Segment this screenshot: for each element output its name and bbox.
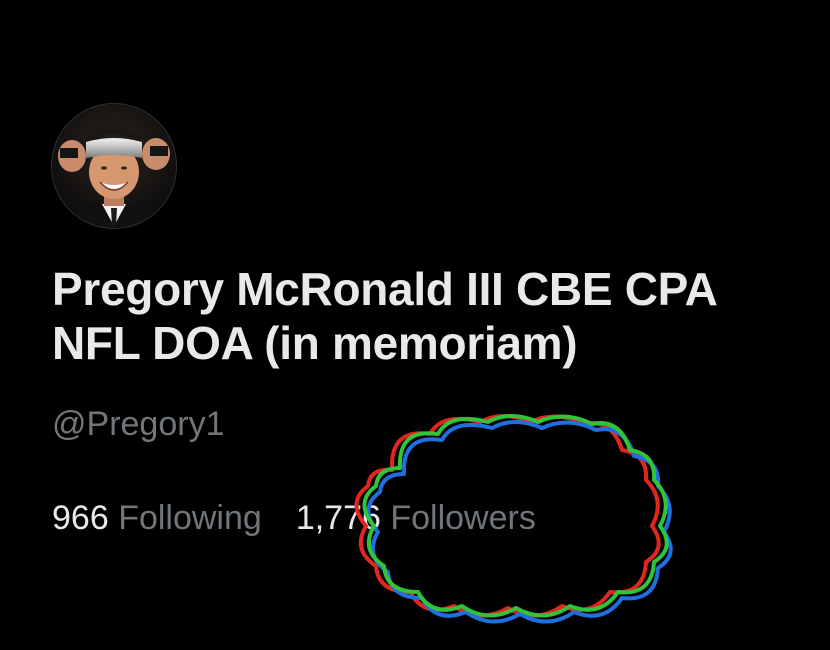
followers-label: Followers (390, 499, 536, 537)
followers-link[interactable]: 1,776 Followers (296, 496, 536, 540)
avatar[interactable] (52, 104, 176, 228)
display-name: Pregory McRonald III CBE CPA NFL DOA (in… (52, 263, 716, 369)
profile-photo (52, 104, 176, 228)
followers-count: 1,776 (295, 499, 381, 537)
following-label: Following (118, 499, 262, 537)
user-handle: @Pregory1 (52, 405, 225, 443)
profile-stats: 966 Following 1,776 Followers (52, 496, 536, 540)
following-count: 966 (52, 499, 109, 537)
following-link[interactable]: 966 Following (52, 496, 262, 540)
